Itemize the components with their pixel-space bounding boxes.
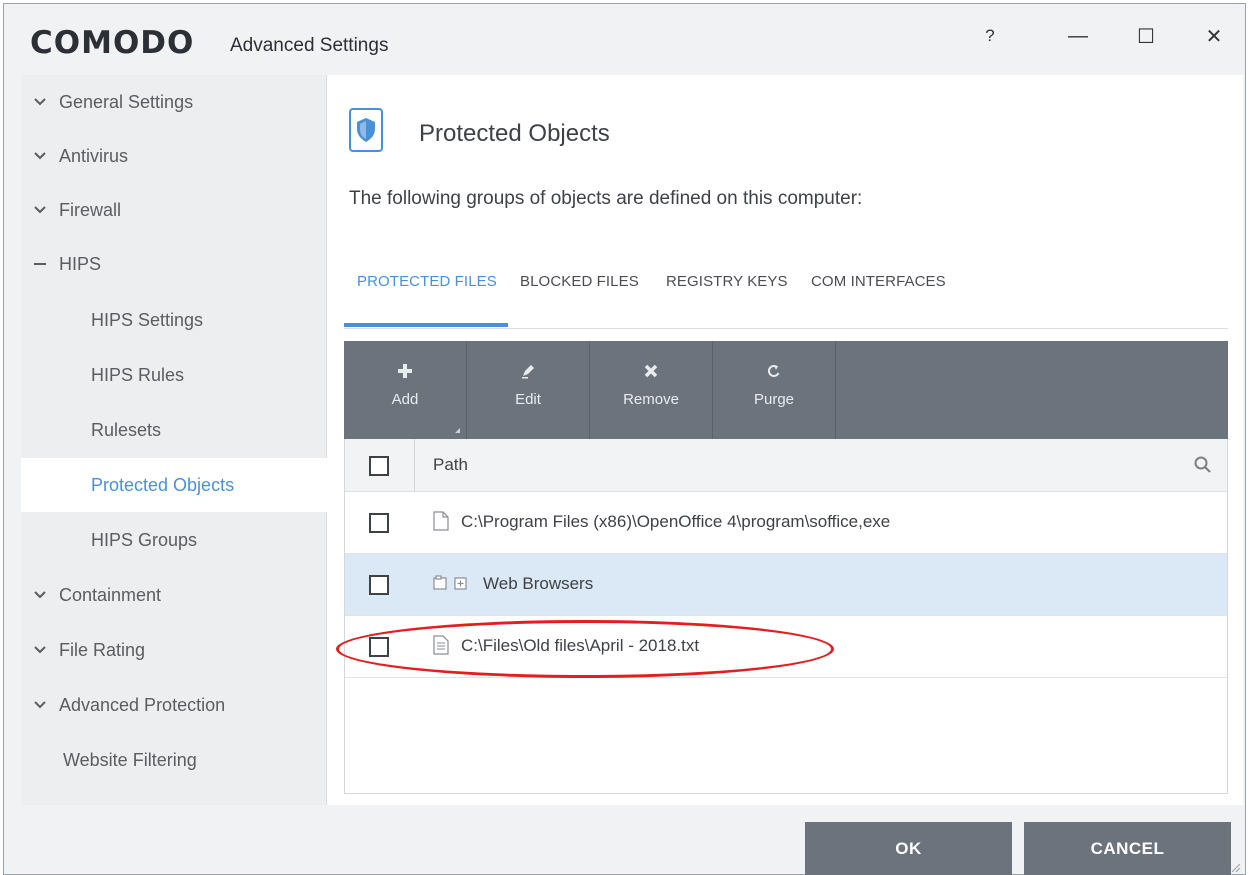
add-label: Add (391, 391, 419, 408)
refresh-icon (764, 361, 784, 381)
sidebar-item-advanced-protection[interactable]: Advanced Protection (21, 678, 327, 732)
row-path-cell: C:\Files\Old files\April - 2018.txt (433, 635, 699, 657)
remove-label: Remove (623, 391, 679, 408)
minimize-button[interactable]: — (1058, 16, 1098, 56)
sidebar: General Settings Antivirus Firewall HIPS… (21, 75, 327, 805)
chevron-down-icon (33, 95, 47, 109)
sidebar-item-firewall[interactable]: Firewall (21, 183, 327, 237)
add-button[interactable]: Add (344, 341, 467, 439)
comodo-logo: COMODO (30, 25, 195, 61)
purge-button[interactable]: Purge (713, 341, 836, 439)
protected-files-table: Path C:\Program Files (x86)\OpenOffice 4… (344, 439, 1228, 794)
sidebar-item-protected-objects[interactable]: Protected Objects (21, 458, 327, 512)
row-checkbox[interactable] (369, 637, 389, 657)
sidebar-item-file-rating[interactable]: File Rating (21, 623, 327, 677)
sidebar-item-label: General Settings (59, 91, 194, 112)
tab-registry-keys[interactable]: REGISTRY KEYS (666, 273, 788, 290)
tab-bar: PROTECTED FILES BLOCKED FILES REGISTRY K… (344, 251, 1228, 329)
column-header-path[interactable]: Path (433, 455, 468, 475)
sidebar-item-label: File Rating (59, 639, 146, 660)
sidebar-item-hips-settings[interactable]: HIPS Settings (21, 293, 327, 347)
shield-icon (349, 108, 383, 152)
cancel-button[interactable]: CANCEL (1024, 822, 1231, 875)
row-path-cell: Web Browsers (433, 573, 593, 595)
close-button[interactable]: ✕ (1194, 16, 1234, 56)
main-panel: Protected Objects The following groups o… (327, 75, 1243, 805)
advanced-settings-window: COMODO Advanced Settings ? — ☐ ✕ General… (3, 3, 1246, 875)
sidebar-item-label: Advanced Protection (59, 694, 226, 715)
pencil-icon (518, 361, 538, 381)
sidebar-item-hips-groups[interactable]: HIPS Groups (21, 513, 327, 567)
row-path-cell: C:\Program Files (x86)\OpenOffice 4\prog… (433, 511, 890, 533)
ok-button[interactable]: OK (805, 822, 1012, 875)
maximize-button[interactable]: ☐ (1126, 16, 1166, 56)
chevron-down-icon (33, 698, 47, 712)
tab-com-interfaces[interactable]: COM INTERFACES (811, 273, 946, 290)
search-icon[interactable] (1193, 455, 1213, 475)
sidebar-item-label: Containment (59, 584, 162, 605)
row-path-text: Web Browsers (483, 574, 594, 593)
chevron-down-icon (33, 149, 47, 163)
tab-protected-files[interactable]: PROTECTED FILES (357, 273, 497, 290)
group-icon (433, 573, 473, 595)
row-path-text: C:\Program Files (x86)\OpenOffice 4\prog… (461, 512, 891, 531)
sidebar-item-label: Rulesets (91, 419, 162, 440)
row-checkbox[interactable] (369, 513, 389, 533)
sidebar-item-label: HIPS Settings (91, 309, 204, 330)
table-row[interactable]: C:\Program Files (x86)\OpenOffice 4\prog… (345, 492, 1227, 554)
chevron-down-icon (33, 643, 47, 657)
table-header: Path (345, 439, 1227, 492)
sidebar-item-containment[interactable]: Containment (21, 568, 327, 622)
file-icon (433, 511, 451, 533)
title-bar: COMODO Advanced Settings ? — ☐ ✕ (4, 4, 1245, 80)
page-title: Protected Objects (419, 120, 610, 147)
window-title: Advanced Settings (230, 35, 389, 56)
sidebar-item-general-settings[interactable]: General Settings (21, 75, 327, 129)
sidebar-item-rulesets[interactable]: Rulesets (21, 403, 327, 457)
row-checkbox[interactable] (369, 575, 389, 595)
sidebar-item-label: Firewall (59, 199, 122, 220)
table-row[interactable]: C:\Files\Old files\April - 2018.txt (345, 616, 1227, 678)
text-file-icon (433, 635, 451, 657)
chevron-down-icon (33, 588, 47, 602)
column-divider (414, 439, 415, 492)
select-all-checkbox[interactable] (369, 456, 389, 476)
resize-grip-icon[interactable] (1229, 860, 1241, 873)
maximize-icon: ☐ (1137, 25, 1155, 48)
edit-label: Edit (515, 391, 541, 408)
page-subtitle: The following groups of objects are defi… (349, 188, 863, 209)
sidebar-item-label: HIPS (59, 253, 102, 274)
chevron-down-icon (33, 203, 47, 217)
table-row[interactable]: Web Browsers (345, 554, 1227, 616)
toolbar: Add Edit Remove Purge (344, 341, 1228, 439)
edit-button[interactable]: Edit (467, 341, 590, 439)
row-path-text: C:\Files\Old files\April - 2018.txt (461, 636, 700, 655)
sidebar-item-label: HIPS Groups (91, 529, 198, 550)
close-icon: ✕ (1205, 25, 1223, 48)
purge-label: Purge (753, 391, 795, 408)
sidebar-item-hips-rules[interactable]: HIPS Rules (21, 348, 327, 402)
sidebar-item-label: Antivirus (59, 145, 129, 166)
sidebar-item-website-filtering[interactable]: Website Filtering (21, 733, 327, 787)
dropdown-corner-icon (455, 428, 460, 433)
active-tab-indicator (344, 323, 508, 327)
minimize-icon: — (1068, 24, 1088, 47)
plus-icon (395, 361, 415, 381)
remove-button[interactable]: Remove (590, 341, 713, 439)
x-icon (641, 361, 661, 381)
sidebar-item-label: Protected Objects (91, 474, 235, 495)
sidebar-item-label: HIPS Rules (91, 364, 185, 385)
sidebar-item-hips[interactable]: HIPS (21, 237, 327, 291)
minus-icon (33, 257, 47, 271)
tab-blocked-files[interactable]: BLOCKED FILES (520, 273, 639, 290)
sidebar-item-label: Website Filtering (63, 749, 197, 770)
help-icon: ? (985, 26, 995, 45)
sidebar-item-antivirus[interactable]: Antivirus (21, 129, 327, 183)
help-button[interactable]: ? (970, 16, 1010, 56)
